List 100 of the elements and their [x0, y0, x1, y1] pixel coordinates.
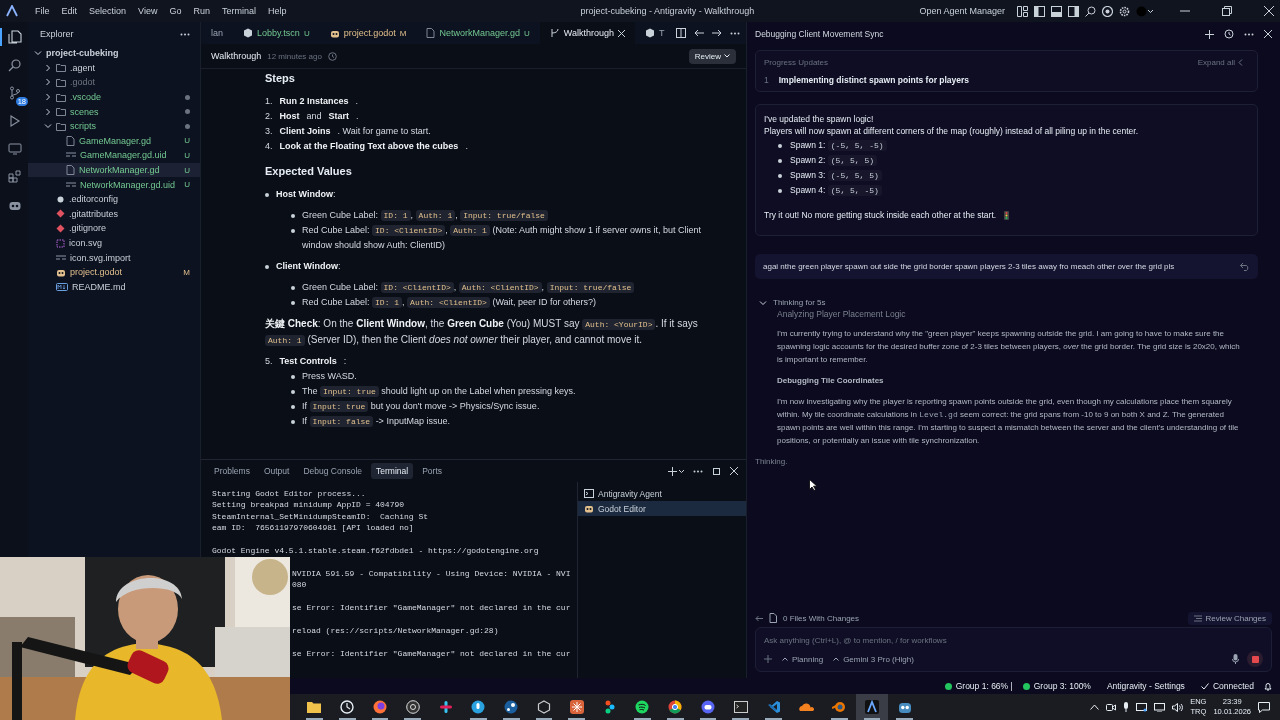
more-icon[interactable]	[730, 31, 740, 35]
tree-item[interactable]: scenes	[28, 104, 200, 119]
microphone-icon[interactable]	[1123, 702, 1130, 712]
menu-item[interactable]: Help	[262, 4, 292, 18]
robot-icon	[584, 504, 594, 513]
tree-item[interactable]: GameManager.gd.uid U	[28, 148, 200, 163]
chevron-down-icon[interactable]	[759, 298, 767, 307]
tree-item[interactable]: icon.svg.import	[28, 250, 200, 265]
chevron-down-icon[interactable]	[44, 122, 52, 131]
tree-item[interactable]: project.godot M	[28, 264, 200, 280]
tree-item[interactable]: scripts	[28, 118, 200, 134]
message-text: Try it out! No more getting stuck inside each other at the start.	[764, 209, 997, 221]
tree-item[interactable]: icon.svg	[28, 235, 200, 251]
tree-item[interactable]: .gitattributes	[28, 206, 200, 222]
menu-item[interactable]: Run	[188, 4, 215, 18]
tree-item[interactable]: NetworkManager.gd U	[28, 162, 200, 178]
maximize-icon[interactable]	[712, 466, 721, 476]
pinwheel-icon	[438, 700, 453, 714]
more-icon[interactable]	[180, 32, 190, 36]
bullet-icon	[291, 375, 295, 379]
split-editor-icon[interactable]	[676, 28, 686, 38]
monitor-icon[interactable]	[1136, 702, 1148, 712]
window-title: project-cubeking - Antigravity - Walkthrough	[579, 6, 756, 16]
thought-heading: Analyzing Player Placement Logic	[777, 308, 907, 321]
editor-tab[interactable]: NetworkManager.gd U	[416, 22, 540, 44]
terminal-item[interactable]: Antigravity Agent	[578, 486, 746, 501]
tree-item[interactable]: NetworkManager.gd.uid U	[28, 177, 200, 192]
panel-tab[interactable]: Terminal	[371, 463, 414, 479]
markdown-icon	[56, 282, 68, 291]
bullet-icon	[291, 390, 295, 394]
menu-item[interactable]: Edit	[56, 4, 83, 18]
search-icon	[8, 58, 22, 72]
undo-icon[interactable]	[1240, 262, 1250, 271]
close-icon[interactable]	[1264, 30, 1272, 38]
more-icon[interactable]	[1244, 32, 1254, 36]
tree-item[interactable]: GameManager.gd U	[28, 133, 200, 149]
tree-item[interactable]: .vscode	[28, 89, 200, 105]
close-icon[interactable]	[617, 29, 625, 37]
chat-input[interactable]: Ask anything (Ctrl+L), @ to mention, / for workflows Planning Gemini 3 Pro (High)	[755, 627, 1272, 672]
ribbon-icon	[766, 700, 781, 714]
restore-icon[interactable]	[1222, 6, 1232, 16]
settings-link[interactable]: Antigravity - Settings	[1100, 680, 1191, 692]
menu-item[interactable]: Selection	[84, 4, 132, 18]
menu-item[interactable]: File	[30, 4, 55, 18]
close-icon[interactable]	[730, 467, 738, 475]
panel-tab[interactable]: Output	[258, 463, 295, 479]
ring-icon[interactable]	[1102, 5, 1113, 17]
camera-icon[interactable]	[1106, 702, 1117, 712]
sidebar-toggle-icon[interactable]	[1034, 5, 1045, 17]
speaker-icon[interactable]	[1172, 702, 1184, 712]
review-changes-button[interactable]: Review Changes	[1187, 611, 1272, 625]
layout-icon[interactable]	[1017, 5, 1028, 17]
tree-item[interactable]: .editorconfig	[28, 191, 200, 207]
tree-item[interactable]: README.md	[28, 279, 200, 295]
more-icon[interactable]	[693, 469, 703, 473]
bullet-icon	[291, 229, 295, 233]
taskbar-app[interactable]	[855, 694, 889, 720]
robot-icon	[56, 267, 66, 277]
chevron-down-icon[interactable]	[34, 49, 42, 58]
editor-tab[interactable]: Lobby.tscn U	[233, 22, 320, 44]
agent-manager-button[interactable]: Open Agent Manager	[913, 5, 1011, 17]
tree-item[interactable]: .godot	[28, 75, 200, 90]
stop-button[interactable]	[1247, 651, 1263, 667]
panel-tab[interactable]: Debug Console	[298, 463, 368, 479]
search-icon[interactable]	[1085, 5, 1096, 17]
menu-item[interactable]: Go	[164, 4, 187, 18]
panel-toggle-icon[interactable]	[1051, 5, 1062, 17]
step-item: 5. Test Controls:	[265, 355, 348, 368]
panel-tab[interactable]: Ports	[417, 463, 447, 479]
caret-up-icon[interactable]	[1090, 704, 1100, 710]
forward-arrow-icon[interactable]	[712, 29, 722, 37]
editor-tab[interactable]: project.godot M	[319, 22, 417, 44]
timestamp: 12 minutes ago	[267, 51, 322, 61]
review-button[interactable]: Review	[688, 48, 736, 64]
editor-tab[interactable]: Walkthrough	[539, 22, 635, 44]
lines-icon	[66, 151, 76, 160]
mode-selector[interactable]: Planning	[782, 654, 824, 664]
settings-icon[interactable]	[1119, 5, 1130, 17]
section-heading: Expected Values	[265, 164, 353, 179]
model-selector[interactable]: Gemini 3 Pro (High)	[833, 654, 914, 664]
bell-icon[interactable]	[1264, 681, 1272, 691]
secondary-sidebar-icon[interactable]	[1068, 5, 1079, 17]
avatar-icon[interactable]	[1136, 5, 1154, 17]
files-changed-label: 0 Files With Changes	[783, 613, 860, 623]
tree-item[interactable]: project-cubeking	[28, 46, 200, 61]
editor-tab[interactable]: lan	[201, 22, 233, 44]
microphone-icon[interactable]	[1232, 654, 1239, 664]
list-item: Green Cube Label: ID: <ClientID> , Auth: <ClientID> , Input: true/false	[302, 280, 635, 295]
terminal-item[interactable]: Godot Editor	[578, 501, 746, 516]
menu-item[interactable]: View	[133, 4, 163, 18]
notification-icon[interactable]	[1258, 701, 1270, 713]
thinking-toggle[interactable]: Thinking for 5s	[755, 297, 1258, 308]
tree-item[interactable]: .agent	[28, 60, 200, 76]
tree-item[interactable]: .gitignore	[28, 221, 200, 236]
panel-tab[interactable]: Problems	[209, 463, 255, 479]
expand-all-button[interactable]: Expand all	[1191, 57, 1249, 68]
menu-item[interactable]: Terminal	[216, 4, 261, 18]
editor-tab[interactable]: T	[634, 22, 675, 44]
step-item: 4. Look at the Floating Text above the cubes.	[265, 140, 469, 153]
close-icon[interactable]	[1264, 6, 1274, 16]
